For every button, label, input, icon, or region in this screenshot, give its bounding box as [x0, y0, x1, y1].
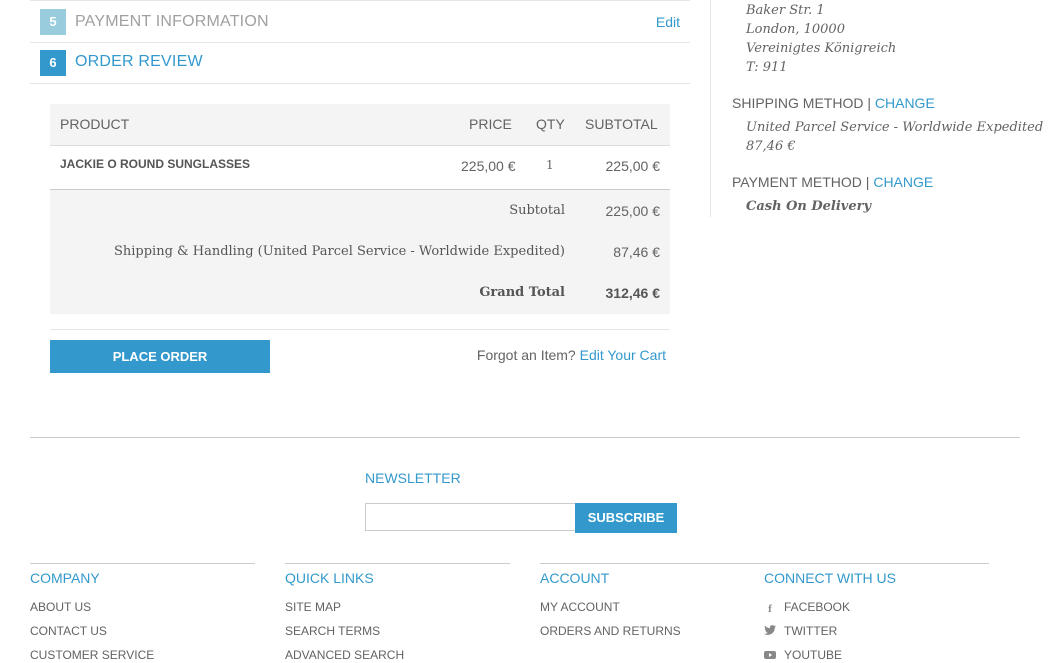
footer-link-my-account[interactable]: MY ACCOUNT [540, 600, 620, 614]
product-subtotal: 225,00 € [605, 158, 661, 174]
youtube-label: YOUTUBE [784, 648, 843, 662]
step-title-order-review: ORDER REVIEW [75, 53, 203, 70]
footer-link-orders-returns[interactable]: ORDERS AND RETURNS [540, 624, 681, 638]
footer-link-customer-service[interactable]: CUSTOMER SERVICE [30, 648, 154, 662]
facebook-icon: f [768, 603, 772, 615]
header-product: PRODUCT [60, 116, 130, 132]
footer-divider [30, 437, 1020, 438]
subtotal-value: 225,00 € [605, 203, 661, 219]
footer-link-site-map[interactable]: SITE MAP [285, 600, 341, 614]
payment-method-value: Cash On Delivery [746, 199, 872, 214]
place-order-button[interactable]: PLACE ORDER [50, 340, 270, 373]
order-review-table: PRODUCT PRICE QTY SUBTOTAL JACKIE O ROUN… [50, 104, 670, 314]
footer-link-contact-us[interactable]: CONTACT US [30, 624, 107, 638]
separator: | [867, 95, 871, 111]
footer-heading-quick-links: QUICK LINKS [285, 570, 374, 586]
footer-link-youtube[interactable]: YOUTUBE [764, 648, 842, 662]
address-line: T: 911 [746, 60, 788, 75]
shipping-label: Shipping & Handling (United Parcel Servi… [113, 244, 565, 259]
forgot-item-text: Forgot an Item? [476, 347, 576, 363]
forgot-item-row: Forgot an Item? Edit Your Cart [477, 347, 666, 363]
footer-column-quick-links: QUICK LINKS SITE MAP SEARCH TERMS ADVANC… [285, 563, 510, 662]
shipping-value: 87,46 € [613, 244, 660, 260]
product-name: JACKIE O ROUND SUNGLASSES [60, 157, 251, 171]
footer-column-company: COMPANY ABOUT US CONTACT US CUSTOMER SER… [30, 563, 255, 662]
edit-cart-link[interactable]: Edit Your Cart [580, 347, 666, 363]
twitter-icon [764, 625, 776, 637]
footer-link-facebook[interactable]: f FACEBOOK [764, 600, 850, 615]
footer-column-account: ACCOUNT MY ACCOUNT ORDERS AND RETURNS [540, 563, 765, 638]
header-price: PRICE [469, 116, 512, 132]
footer-link-search-terms[interactable]: SEARCH TERMS [285, 624, 380, 638]
footer-link-twitter[interactable]: TWITTER [764, 624, 837, 638]
product-price: 225,00 € [461, 158, 516, 174]
separator: | [865, 174, 870, 190]
table-header: PRODUCT PRICE QTY SUBTOTAL [50, 104, 670, 146]
payment-method-heading: PAYMENT METHOD | CHANGE [732, 174, 933, 190]
footer-heading-account: ACCOUNT [540, 570, 610, 586]
header-subtotal: SUBTOTAL [585, 116, 658, 132]
shipping-method-label: SHIPPING METHOD [732, 95, 864, 111]
grand-total-label: Grand Total [479, 285, 565, 300]
twitter-label: TWITTER [784, 624, 838, 638]
address-line: Vereinigtes Königreich [746, 41, 897, 56]
footer-heading-company: COMPANY [30, 570, 100, 586]
address-line: Baker Str. 1 [746, 3, 825, 18]
shipping-method-price: 87,46 € [746, 139, 796, 154]
footer-column-connect: CONNECT WITH US f FACEBOOK TWITTER YOUTUB… [764, 563, 989, 662]
grand-total-value: 312,46 € [605, 285, 661, 301]
footer-link-about-us[interactable]: ABOUT US [30, 600, 91, 614]
step-title-payment: PAYMENT INFORMATION [75, 13, 269, 30]
subscribe-button[interactable]: SUBSCRIBE [575, 503, 677, 533]
payment-method-label: PAYMENT METHOD [732, 174, 862, 190]
table-row: JACKIE O ROUND SUNGLASSES 225,00 € 1 225… [50, 146, 670, 190]
newsletter-email-input[interactable] [365, 503, 577, 531]
shipping-method-name: United Parcel Service - Worldwide Expedi… [746, 120, 1044, 135]
product-qty: 1 [546, 158, 554, 172]
address-line: London, 10000 [746, 22, 845, 37]
step-number-5: 5 [40, 9, 66, 35]
shipping-method-heading: SHIPPING METHOD | CHANGE [732, 95, 935, 111]
shipping-change-link[interactable]: CHANGE [875, 95, 935, 111]
sidebar-divider [710, 0, 711, 217]
subtotal-label: Subtotal [509, 203, 565, 218]
step-order-review: 6 ORDER REVIEW [30, 42, 690, 84]
totals-block: Subtotal 225,00 € Shipping & Handling (U… [50, 190, 670, 314]
payment-change-link[interactable]: CHANGE [873, 174, 933, 190]
divider [50, 329, 670, 330]
header-qty: QTY [536, 116, 565, 132]
newsletter-title: NEWSLETTER [365, 470, 461, 486]
step-payment-information[interactable]: 5 PAYMENT INFORMATION Edit [30, 0, 690, 43]
step-number-6: 6 [40, 50, 66, 76]
facebook-label: FACEBOOK [784, 600, 851, 614]
edit-payment-link[interactable]: Edit [656, 14, 680, 30]
footer-heading-connect: CONNECT WITH US [764, 570, 896, 586]
footer-link-advanced-search[interactable]: ADVANCED SEARCH [285, 648, 404, 662]
